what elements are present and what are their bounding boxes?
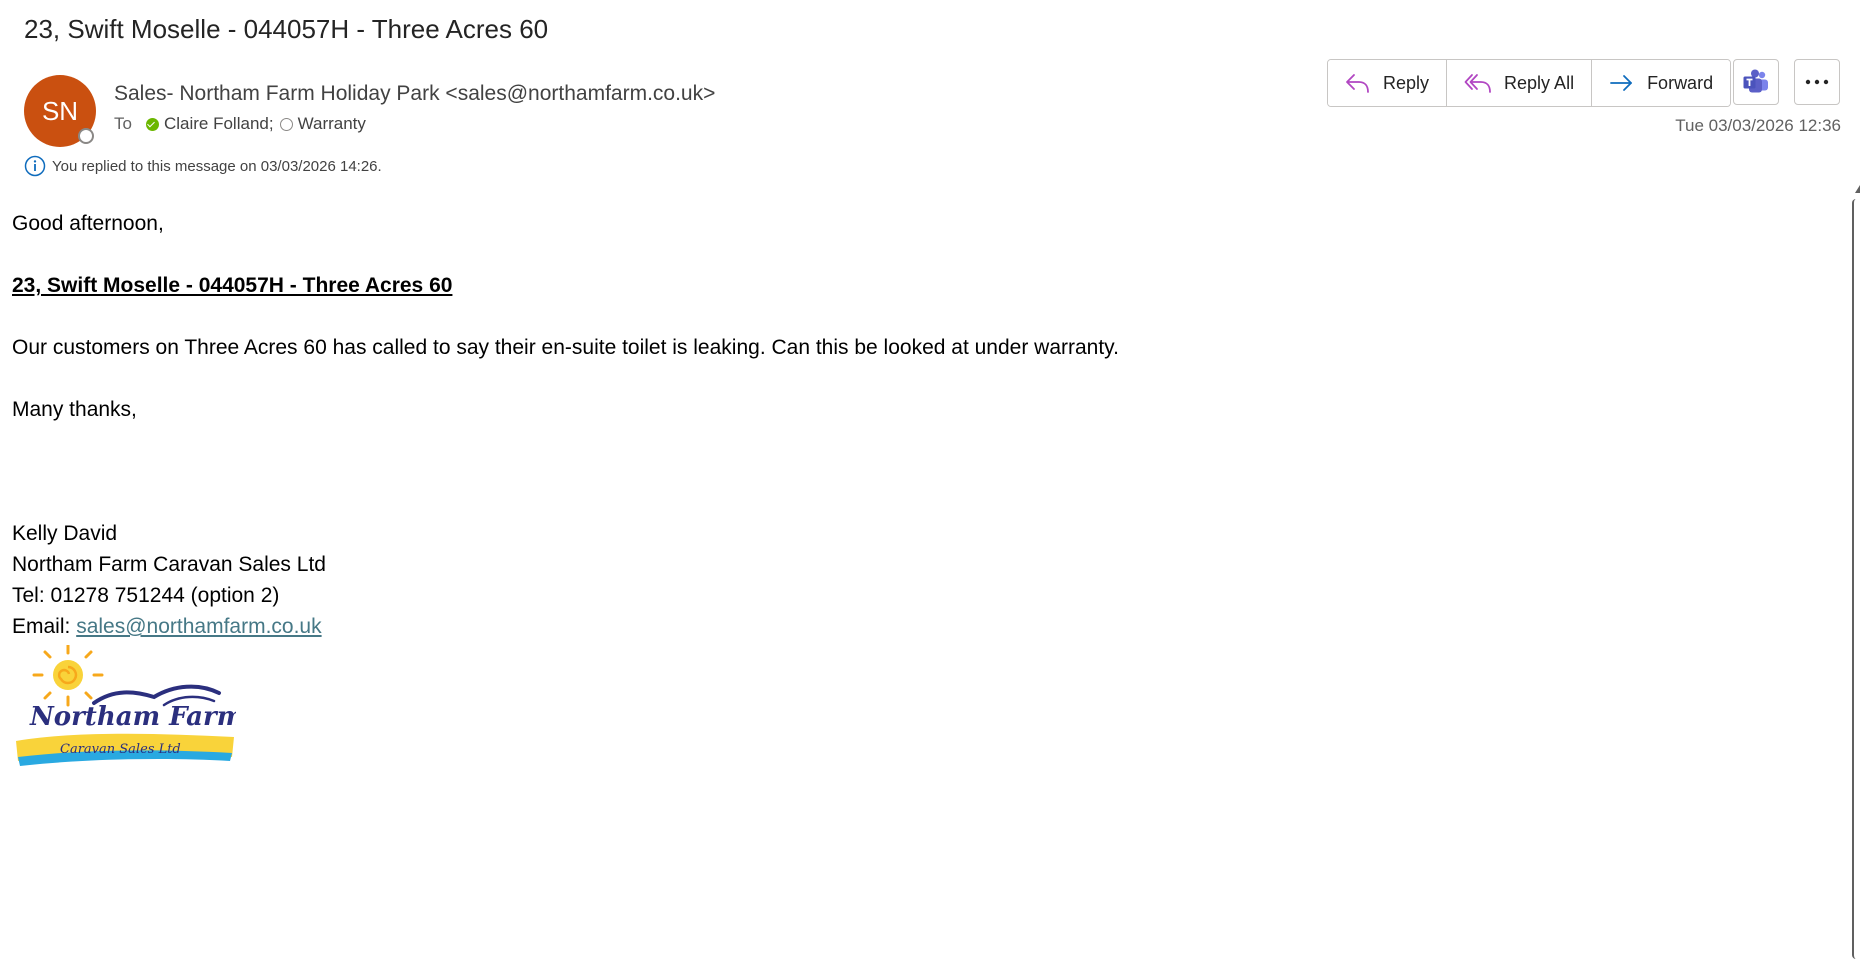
northam-farm-logo: Northam Farm Caravan Sales Ltd <box>16 645 236 766</box>
message-date: Tue 03/03/2026 12:36 <box>1675 116 1841 135</box>
more-icon <box>1805 79 1829 85</box>
reply-all-button[interactable]: Reply All <box>1447 60 1593 106</box>
logo-title: Northam Farm <box>29 702 236 732</box>
body-heading: 23, Swift Moselle - 044057H - Three Acre… <box>12 274 453 297</box>
teams-button[interactable] <box>1733 59 1779 105</box>
forward-icon <box>1610 75 1632 91</box>
sender-name[interactable]: Sales- Northam Farm Holiday Park <sales@… <box>114 82 715 106</box>
vertical-scrollbar[interactable] <box>1852 185 1860 959</box>
message-actions: Reply Reply All Forward <box>1327 59 1732 107</box>
presence-status-icon <box>78 128 94 144</box>
reply-all-icon <box>1464 74 1491 93</box>
signature-email-line: Email: sales@northamfarm.co.uk <box>12 611 1119 642</box>
replied-notice: You replied to this message on 03/03/202… <box>24 155 382 177</box>
email-subject: 23, Swift Moselle - 044057H - Three Acre… <box>24 14 549 44</box>
logo-subtitle: Caravan Sales Ltd <box>60 742 181 757</box>
replied-notice-text: You replied to this message on 03/03/202… <box>52 157 382 175</box>
recipients-row: To Claire Folland; Warranty <box>114 114 366 134</box>
forward-button[interactable]: Forward <box>1592 60 1731 106</box>
to-label: To <box>114 114 132 133</box>
reply-all-label: Reply All <box>1504 72 1575 93</box>
reply-icon <box>1346 74 1369 93</box>
signature-company: Northam Farm Caravan Sales Ltd <box>12 553 326 576</box>
recipient-claire[interactable]: Claire Folland; <box>164 114 274 134</box>
body-message: Our customers on Three Acres 60 has call… <box>12 336 1119 359</box>
info-icon <box>24 155 46 177</box>
reply-button[interactable]: Reply <box>1328 60 1448 106</box>
offline-status-icon <box>279 117 293 131</box>
message-body: Good afternoon, 23, Swift Moselle - 0440… <box>12 208 1119 642</box>
scrollbar-thumb[interactable] <box>1852 199 1860 959</box>
avatar-initials: SN <box>41 95 79 126</box>
recipient-warranty[interactable]: Warranty <box>298 114 366 134</box>
scroll-up-icon[interactable] <box>1855 185 1860 193</box>
more-options-button[interactable] <box>1794 59 1840 105</box>
available-status-icon <box>145 117 159 131</box>
teams-icon <box>1743 69 1768 93</box>
forward-label: Forward <box>1647 72 1714 93</box>
signature-name: Kelly David <box>12 522 118 545</box>
greeting: Good afternoon, <box>12 212 164 235</box>
signature-email-link[interactable]: sales@northamfarm.co.uk <box>76 615 321 638</box>
signature-email-label: Email: <box>12 615 77 638</box>
signature-tel: Tel: 01278 751244 (option 2) <box>12 584 280 607</box>
reply-button-group: Reply Reply All Forward <box>1327 59 1732 107</box>
reply-label: Reply <box>1383 72 1430 93</box>
signoff: Many thanks, <box>12 398 137 421</box>
